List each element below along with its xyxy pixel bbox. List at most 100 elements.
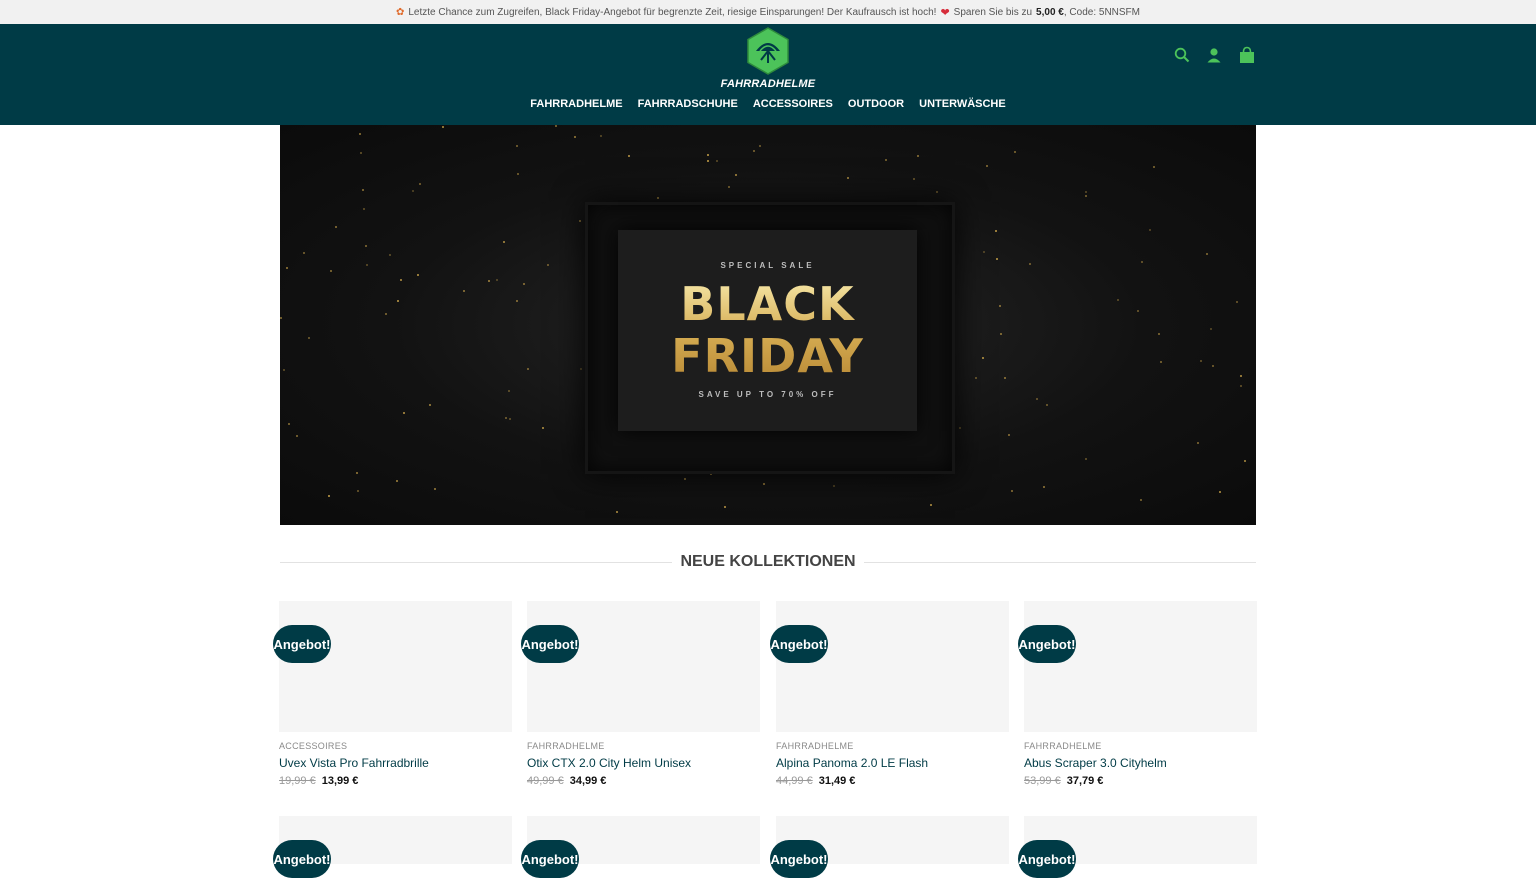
gift-icon: ✿ — [395, 6, 405, 18]
sparkle-dot — [735, 174, 737, 176]
sparkle-dot — [959, 427, 961, 429]
product-card[interactable]: Angebot! FAHRRADHELME Alpina Panoma 2.0 … — [770, 601, 1009, 787]
old-price: 49,99 € — [527, 775, 564, 787]
sparkle-dot — [1029, 263, 1031, 265]
product-card[interactable]: Angebot! FAHRRADHELME Abus Scraper 3.0 C… — [1018, 601, 1257, 787]
cart-icon[interactable] — [1238, 46, 1256, 64]
sparkle-dot — [488, 280, 490, 282]
sparkle-dot — [555, 125, 557, 127]
sparkle-dot — [657, 197, 659, 199]
sparkle-dot — [716, 160, 718, 162]
sale-price: 31,49 € — [818, 775, 856, 787]
account-icon[interactable] — [1206, 47, 1222, 63]
sparkle-dot — [1240, 385, 1242, 387]
heart-icon: ❤ — [940, 6, 950, 19]
sparkle-dot — [397, 300, 399, 302]
search-icon[interactable] — [1174, 47, 1190, 63]
sparkle-dot — [283, 369, 285, 371]
sparkle-dot — [516, 145, 518, 147]
product-card[interactable]: Angebot! FAHRRADHELME Otix CTX 2.0 City … — [521, 601, 760, 787]
sparkle-dot — [580, 368, 582, 370]
product-card[interactable]: Angebot! — [1018, 816, 1257, 878]
product-image[interactable] — [527, 601, 760, 732]
sparkle-dot — [999, 305, 1001, 307]
product-category[interactable]: FAHRRADHELME — [776, 741, 1009, 751]
sparkle-dot — [707, 160, 709, 162]
product-name[interactable]: Uvex Vista Pro Fahrradbrille — [279, 756, 512, 770]
product-category[interactable]: ACCESSOIRES — [279, 741, 512, 751]
sparkle-dot — [833, 485, 835, 487]
sparkle-dot — [1004, 377, 1006, 379]
sparkle-dot — [523, 283, 525, 285]
sale-badge: Angebot! — [273, 840, 331, 878]
banner-save-up: SAVE UP TO 70% OFF — [698, 390, 837, 399]
sparkle-dot — [363, 208, 365, 210]
nav-item-unterwaesche[interactable]: UNTERWÄSCHE — [919, 98, 1006, 110]
sparkle-dot — [975, 377, 977, 379]
product-category[interactable]: FAHRRADHELME — [1024, 741, 1257, 751]
sparkle-dot — [356, 472, 358, 474]
banner-headline-line2: FRIDAY — [671, 329, 864, 383]
site-logo[interactable]: FAHRRADHELME — [719, 27, 817, 90]
nav-item-outdoor[interactable]: OUTDOOR — [848, 98, 904, 110]
sparkle-dot — [1212, 365, 1214, 367]
sale-badge: Angebot! — [273, 625, 331, 663]
sparkle-dot — [913, 178, 915, 180]
sparkle-dot — [517, 173, 519, 175]
sparkle-dot — [360, 152, 362, 154]
sale-badge: Angebot! — [1018, 840, 1076, 878]
sparkle-dot — [385, 313, 387, 315]
sparkle-dot — [982, 357, 984, 359]
black-friday-banner[interactable]: SPECIAL SALE BLACK FRIDAY SAVE UP TO 70%… — [280, 125, 1256, 525]
product-name[interactable]: Alpina Panoma 2.0 LE Flash — [776, 756, 1009, 770]
product-image[interactable] — [1024, 601, 1257, 732]
sparkle-dot — [389, 254, 391, 256]
product-category[interactable]: FAHRRADHELME — [527, 741, 760, 751]
sparkle-dot — [995, 230, 997, 232]
nav-item-fahrradschuhe[interactable]: FAHRRADSCHUHE — [638, 98, 738, 110]
section-heading: NEUE KOLLEKTIONEN — [280, 551, 1256, 573]
nav-item-accessoires[interactable]: ACCESSOIRES — [753, 98, 833, 110]
product-card[interactable]: Angebot! ACCESSOIRES Uvex Vista Pro Fahr… — [273, 601, 512, 787]
sparkle-dot — [288, 423, 290, 425]
product-name[interactable]: Abus Scraper 3.0 Cityhelm — [1024, 756, 1257, 770]
section-divider-right — [864, 562, 1256, 563]
sparkle-dot — [542, 427, 544, 429]
sparkle-dot — [763, 483, 765, 485]
product-card[interactable]: Angebot! — [521, 816, 760, 878]
sparkle-dot — [1085, 458, 1087, 460]
sparkle-dot — [396, 480, 398, 482]
sparkle-dot — [1140, 499, 1142, 501]
sparkle-dot — [505, 417, 507, 419]
sparkle-dot — [684, 478, 686, 480]
logo-text: FAHRRADHELME — [720, 78, 816, 90]
sparkle-dot — [728, 186, 730, 188]
sparkle-dot — [759, 145, 761, 147]
sparkle-dot — [885, 159, 887, 161]
sale-badge: Angebot! — [770, 625, 828, 663]
sparkle-dot — [280, 317, 282, 319]
announcement-bar: ✿ Letzte Chance zum Zugreifen, Black Fri… — [0, 0, 1536, 24]
product-prices: 44,99 € 31,49 € — [776, 775, 1009, 787]
nav-item-fahrradhelme[interactable]: FAHRRADHELME — [530, 98, 622, 110]
sparkle-dot — [463, 290, 465, 292]
sparkle-dot — [1219, 491, 1221, 493]
sparkle-dot — [357, 490, 359, 492]
product-card[interactable]: Angebot! — [273, 816, 512, 878]
banner-headline-line1: BLACK — [680, 277, 855, 331]
product-card[interactable]: Angebot! — [770, 816, 1009, 878]
sparkle-dot — [930, 504, 932, 506]
announcement-code: , Code: 5NNSFM — [1063, 6, 1140, 18]
sale-price: 13,99 € — [321, 775, 359, 787]
product-image[interactable] — [776, 601, 1009, 732]
sparkle-dot — [1158, 333, 1160, 335]
product-image[interactable] — [279, 601, 512, 732]
sparkle-dot — [400, 279, 402, 281]
product-name[interactable]: Otix CTX 2.0 City Helm Unisex — [527, 756, 760, 770]
sparkle-dot — [1149, 229, 1151, 231]
sparkle-dot — [707, 154, 709, 156]
sparkle-dot — [303, 252, 305, 254]
sparkle-dot — [1236, 301, 1238, 303]
sparkle-dot — [628, 155, 630, 157]
header-icons — [1174, 46, 1256, 64]
